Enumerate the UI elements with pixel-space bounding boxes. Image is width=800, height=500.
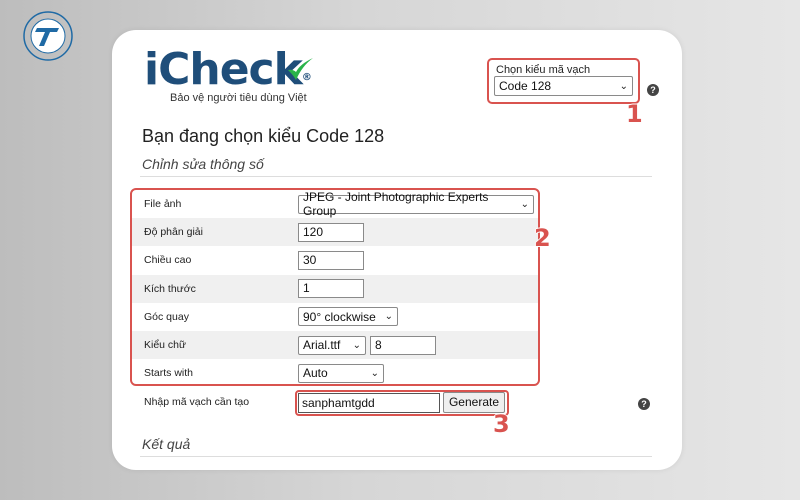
- step-number-1: 1: [626, 100, 643, 128]
- divider: [140, 456, 652, 457]
- section-title-edit-params: Chỉnh sửa thông số: [142, 156, 264, 172]
- barcode-type-select[interactable]: Code 128 ⌄: [494, 76, 633, 96]
- barcode-content-input[interactable]: sanphamtgdd: [298, 393, 440, 413]
- result-heading: Kết quả: [142, 436, 191, 452]
- starts-with-select[interactable]: Auto ⌄: [298, 363, 384, 383]
- page-title: Bạn đang chọn kiểu Code 128: [142, 126, 385, 146]
- divider: [140, 176, 652, 177]
- param-row-rotation: Góc quay 90° clockwise ⌄: [132, 303, 538, 331]
- height-label: Chiều cao: [144, 254, 192, 267]
- font-label: Kiểu chữ: [144, 339, 187, 352]
- chevron-down-icon: ⌄: [370, 367, 379, 379]
- barcode-type-value: Code 128: [499, 79, 552, 93]
- file-format-select[interactable]: JPEG - Joint Photographic Experts Group …: [298, 190, 534, 218]
- font-value: Arial.ttf: [303, 338, 341, 353]
- brand-emblem-icon: [23, 11, 73, 61]
- size-input[interactable]: 1: [298, 279, 364, 299]
- file-format-label: File ảnh: [144, 198, 182, 211]
- font-size-input[interactable]: 8: [370, 335, 436, 355]
- starts-with-value: Auto: [303, 366, 328, 381]
- logo-tagline: Bảo vệ người tiêu dùng Việt: [170, 92, 307, 104]
- rotation-select[interactable]: 90° clockwise ⌄: [298, 307, 398, 327]
- rotation-value: 90° clockwise: [303, 309, 376, 324]
- step-number-2: 2: [534, 224, 551, 252]
- rotation-label: Góc quay: [144, 310, 189, 323]
- resolution-input[interactable]: 120: [298, 222, 364, 242]
- param-row-size: Kích thước 1: [132, 274, 538, 303]
- param-row-font: Kiểu chữ Arial.ttf ⌄ 8: [132, 330, 538, 360]
- height-input[interactable]: 30: [298, 250, 364, 270]
- resolution-label: Độ phân giải: [144, 226, 203, 239]
- logo-wordmark: iChec: [144, 44, 275, 95]
- param-row-file: File ảnh JPEG - Joint Photographic Exper…: [132, 190, 538, 218]
- barcode-content-label: Nhập mã vạch cần tạo: [144, 396, 250, 408]
- param-row-height: Chiều cao 30: [132, 246, 538, 274]
- params-panel: File ảnh JPEG - Joint Photographic Exper…: [130, 188, 540, 386]
- chevron-down-icon: ⌄: [520, 198, 529, 210]
- icheck-logo: iCheck® Bảo vệ người tiêu dùng Việt: [144, 44, 324, 104]
- checkmark-swoosh-icon: [288, 58, 313, 80]
- chevron-down-icon: ⌄: [352, 339, 361, 351]
- param-row-starts-with: Starts with Auto ⌄: [132, 359, 538, 384]
- font-select[interactable]: Arial.ttf ⌄: [298, 335, 366, 355]
- step-number-3: 3: [493, 410, 510, 438]
- file-format-value: JPEG - Joint Photographic Experts Group: [303, 190, 489, 219]
- param-row-resolution: Độ phân giải 120: [132, 218, 538, 247]
- starts-with-label: Starts with: [144, 367, 194, 380]
- chevron-down-icon: ⌄: [619, 80, 628, 92]
- barcode-generator-card: iCheck® Bảo vệ người tiêu dùng Việt Chọn…: [112, 30, 682, 470]
- barcode-type-group: Chọn kiểu mã vạch Code 128 ⌄: [487, 58, 640, 104]
- chevron-down-icon: ⌄: [384, 311, 393, 323]
- barcode-type-label: Chọn kiểu mã vạch: [496, 64, 591, 76]
- help-icon[interactable]: ?: [647, 84, 659, 96]
- help-icon[interactable]: ?: [638, 398, 650, 410]
- size-label: Kích thước: [144, 282, 196, 295]
